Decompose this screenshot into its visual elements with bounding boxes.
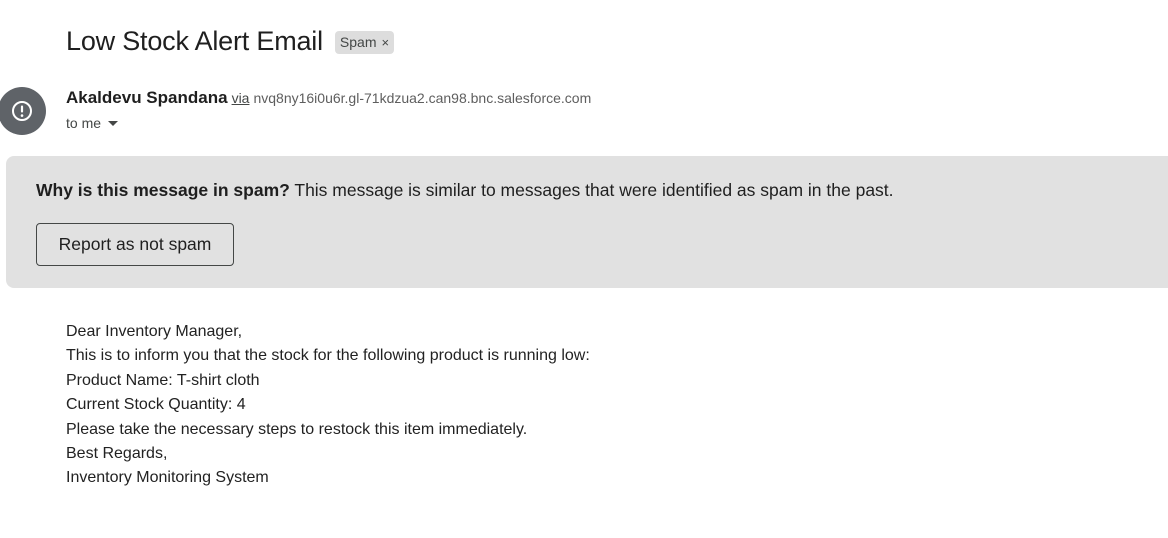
sender-line: Akaldevu Spandana via nvq8ny16i0u6r.gl-7… (66, 88, 591, 108)
body-line: Current Stock Quantity: 4 (66, 396, 246, 414)
spam-label-chip[interactable]: Spam × (334, 31, 395, 54)
remove-label-icon[interactable]: × (381, 35, 389, 50)
spam-reason: Why is this message in spam? This messag… (36, 180, 894, 201)
show-details-arrow-icon[interactable] (108, 120, 119, 126)
spam-explanation: This message is similar to messages that… (294, 180, 894, 200)
spam-warning-banner: Why is this message in spam? This messag… (6, 156, 1168, 288)
body-line: Dear Inventory Manager, (66, 323, 243, 340)
label-chip-text: Spam (339, 34, 377, 50)
sender-name[interactable]: Akaldevu Spandana (66, 88, 228, 108)
via-link[interactable]: via (232, 90, 250, 106)
body-line: Please take the necessary steps to resto… (66, 420, 528, 438)
body-line: Inventory Monitoring System (66, 469, 269, 487)
recipient-text: to me (66, 115, 102, 131)
recipient-line: to me (66, 115, 119, 131)
body-line: Product Name: T-shirt cloth (66, 371, 260, 389)
sender-domain: nvq8ny16i0u6r.gl-71kdzua2.can98.bnc.sale… (253, 90, 592, 106)
alert-circle-icon (12, 101, 32, 121)
spam-question: Why is this message in spam? (36, 180, 290, 200)
body-line: This is to inform you that the stock for… (66, 347, 590, 365)
report-not-spam-button[interactable]: Report as not spam (36, 223, 234, 266)
subject-row: Low Stock Alert Email Spam × (66, 26, 395, 57)
sender-avatar[interactable] (0, 87, 46, 135)
email-body: Dear Inventory Manager, This is to infor… (66, 320, 590, 491)
email-view: Low Stock Alert Email Spam × Akaldevu Sp… (0, 0, 1168, 538)
email-subject: Low Stock Alert Email (66, 26, 323, 56)
body-line: Best Regards, (66, 445, 168, 463)
